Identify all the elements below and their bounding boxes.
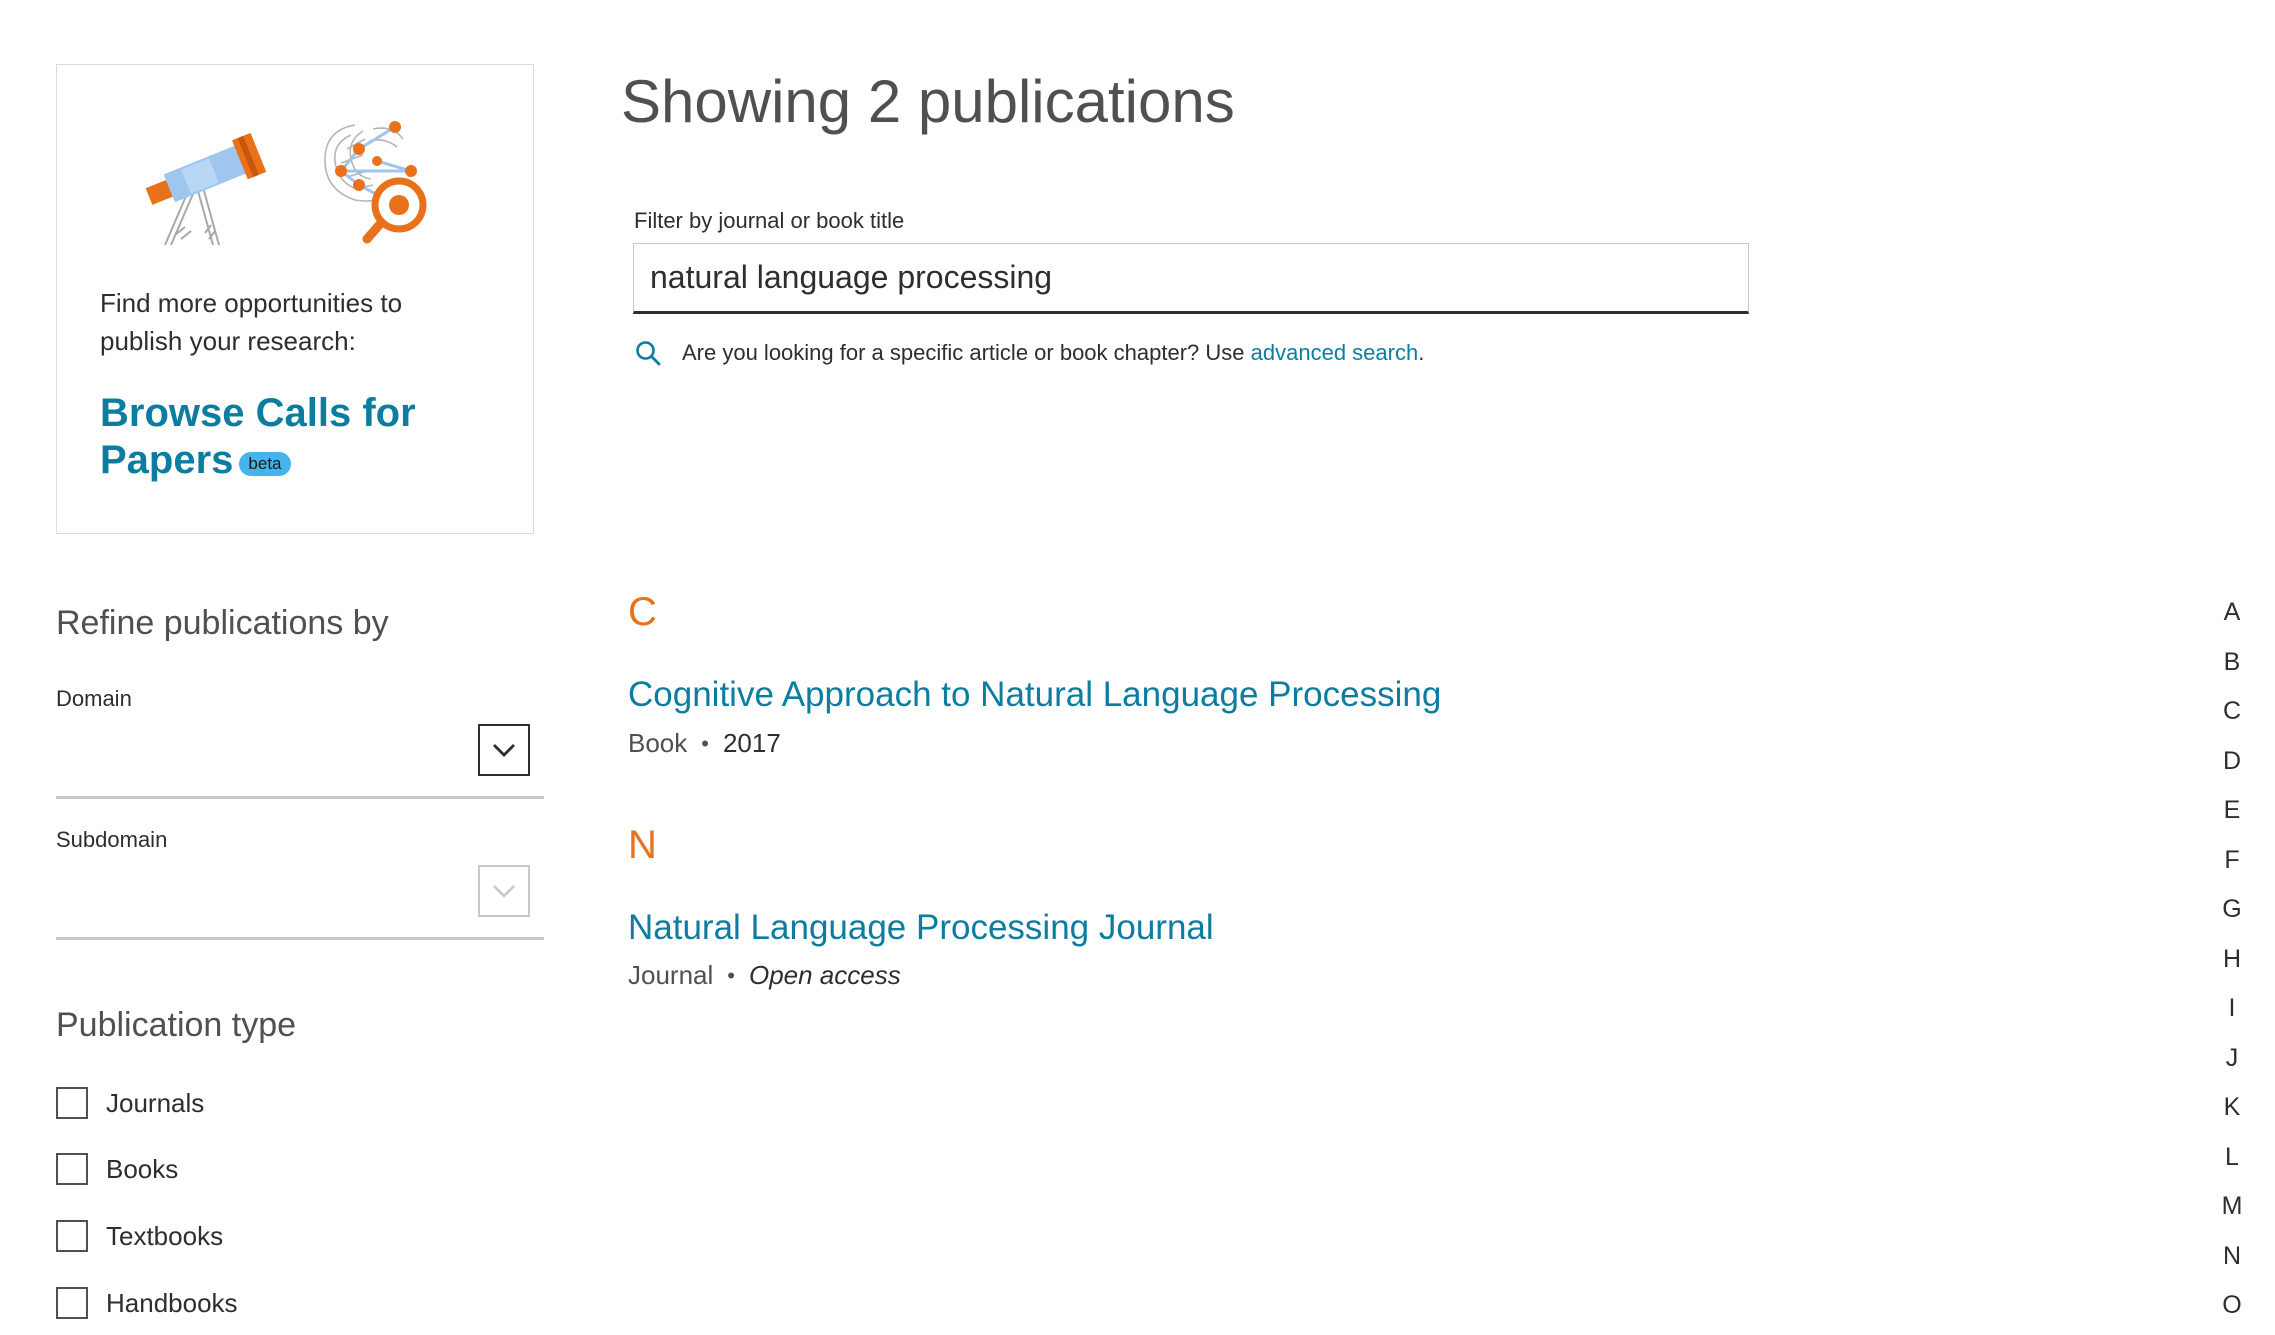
alphabet-index-h[interactable]: H: [2210, 944, 2254, 974]
checkbox-label[interactable]: Textbooks: [106, 1221, 223, 1252]
alphabet-index-j[interactable]: J: [2210, 1043, 2254, 1073]
subdomain-dropdown-button[interactable]: [478, 865, 530, 917]
calls-for-papers-card: Find more opportunities to publish your …: [56, 64, 534, 534]
alphabet-index-o[interactable]: O: [2210, 1290, 2254, 1320]
alphabet-index-g[interactable]: G: [2210, 894, 2254, 924]
hint-suffix: .: [1418, 340, 1425, 365]
result-group-letter-c: C: [628, 590, 657, 634]
advanced-search-link[interactable]: advanced search: [1251, 340, 1419, 366]
result-year: 2017: [722, 728, 781, 758]
page-title: Showing 2 publications: [621, 68, 1235, 135]
telescope-research-illustration: [145, 121, 427, 246]
refine-title: Refine publications by: [56, 604, 389, 642]
advanced-search-hint: Are you looking for a specific article o…: [634, 335, 1424, 371]
alphabet-index-c[interactable]: C: [2210, 696, 2254, 726]
result-title-link[interactable]: Cognitive Approach to Natural Language P…: [628, 675, 1441, 715]
meta-separator: •: [701, 730, 709, 756]
alphabet-index-e[interactable]: E: [2210, 795, 2254, 825]
result-group-letter-n: N: [628, 823, 657, 867]
result-meta: Book • 2017: [628, 728, 781, 759]
chevron-down-icon: [493, 885, 515, 898]
checkbox-textbooks[interactable]: Textbooks: [56, 1218, 223, 1254]
result-title-link[interactable]: Natural Language Processing Journal: [628, 908, 1214, 948]
alphabet-index-k[interactable]: K: [2210, 1092, 2254, 1122]
browse-calls-for-papers-link[interactable]: Browse Calls for Papers beta: [100, 390, 480, 484]
alphabet-index-d[interactable]: D: [2210, 746, 2254, 776]
search-icon: [636, 341, 661, 366]
checkbox-box[interactable]: [56, 1220, 88, 1252]
domain-select[interactable]: [56, 724, 544, 799]
checkbox-box[interactable]: [56, 1153, 88, 1185]
checkbox-handbooks[interactable]: Handbooks: [56, 1285, 238, 1321]
beta-badge: beta: [239, 452, 291, 476]
open-access-label: Open access: [748, 960, 901, 990]
alphabet-index-i[interactable]: I: [2210, 993, 2254, 1023]
alphabet-index-b[interactable]: B: [2210, 647, 2254, 677]
result-meta: Journal • Open access: [628, 960, 901, 991]
filter-label: Filter by journal or book title: [634, 208, 905, 233]
alphabet-index-a[interactable]: A: [2210, 597, 2254, 627]
alphabet-index-f[interactable]: F: [2210, 845, 2254, 875]
promo-text: Find more opportunities to publish your …: [100, 288, 403, 356]
checkbox-journals[interactable]: Journals: [56, 1085, 204, 1121]
subdomain-label: Subdomain: [56, 827, 168, 852]
filter-input[interactable]: [633, 243, 1749, 314]
checkbox-books[interactable]: Books: [56, 1151, 178, 1187]
subdomain-select[interactable]: [56, 865, 544, 940]
result-type: Journal: [628, 960, 714, 990]
alphabet-index-l[interactable]: L: [2210, 1142, 2254, 1172]
checkbox-label[interactable]: Books: [106, 1154, 178, 1185]
checkbox-label[interactable]: Journals: [106, 1088, 204, 1119]
chevron-down-icon: [493, 744, 515, 757]
meta-separator: •: [727, 962, 735, 988]
alphabet-index-m[interactable]: M: [2210, 1191, 2254, 1221]
checkbox-box[interactable]: [56, 1287, 88, 1319]
checkbox-label[interactable]: Handbooks: [106, 1288, 238, 1319]
domain-dropdown-button[interactable]: [478, 724, 530, 776]
domain-label: Domain: [56, 686, 132, 711]
checkbox-box[interactable]: [56, 1087, 88, 1119]
hint-text: Are you looking for a specific article o…: [682, 340, 1245, 365]
publication-type-title: Publication type: [56, 1006, 297, 1044]
alphabet-index-n[interactable]: N: [2210, 1241, 2254, 1271]
result-type: Book: [628, 728, 688, 758]
